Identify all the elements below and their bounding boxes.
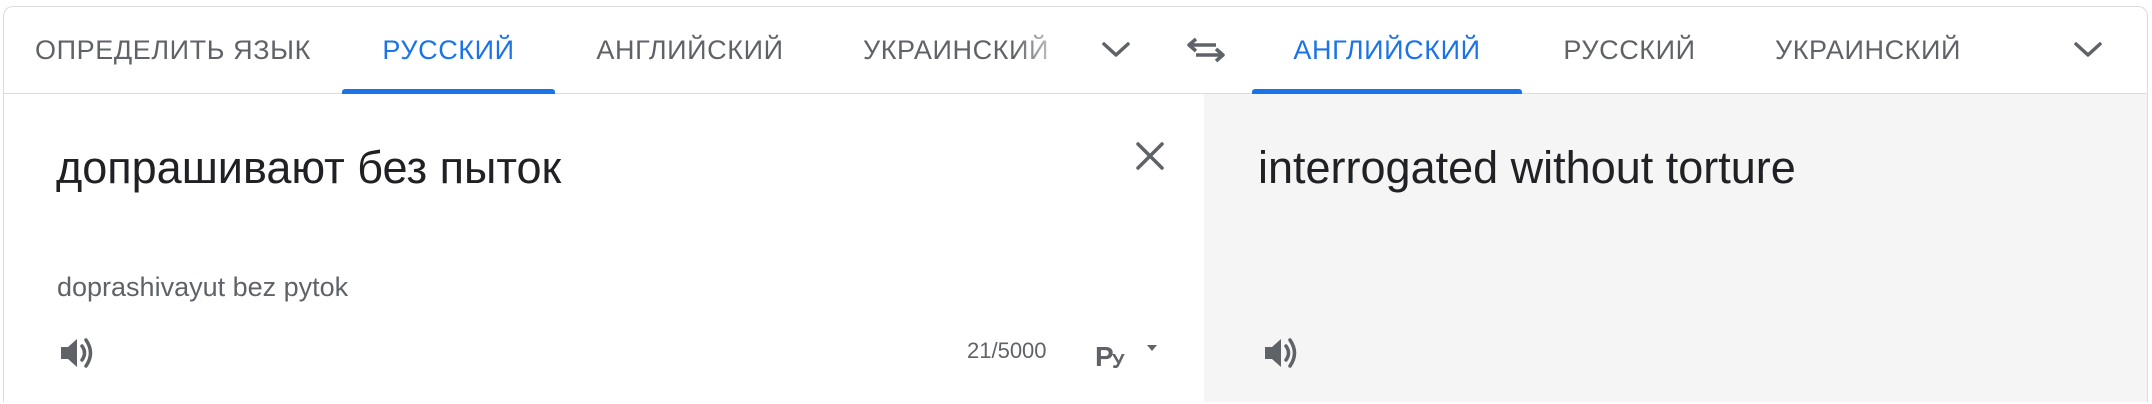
character-counter: 21/5000 xyxy=(967,338,1047,363)
source-pane: допрашивают без пыток doprashivayut bez … xyxy=(4,94,1204,402)
more-target-languages-button[interactable] xyxy=(2056,22,2120,78)
source-text-input[interactable]: допрашивают без пыток xyxy=(56,142,561,194)
keyboard-layout-icon: Р У xyxy=(1095,341,1157,371)
tab-fade xyxy=(1014,7,1074,93)
transliteration: doprashivayut bez pytok xyxy=(57,272,349,302)
close-icon xyxy=(1136,142,1164,170)
tab-label: АНГЛИЙСКИЙ xyxy=(1293,34,1481,65)
language-bar: ОПРЕДЕЛИТЬ ЯЗЫК РУССКИЙ АНГЛИЙСКИЙ УКРАИ… xyxy=(4,7,2147,94)
tab-source-english[interactable]: АНГЛИЙСКИЙ xyxy=(555,7,825,93)
translation-pane: interrogated without torture xyxy=(1204,94,2147,402)
speaker-icon xyxy=(1265,338,1297,368)
tab-label: РУССКИЙ xyxy=(382,34,515,65)
tab-label: РУССКИЙ xyxy=(1563,34,1696,65)
input-tools-button[interactable]: Р У xyxy=(1086,330,1170,376)
tab-target-ukrainian[interactable]: УКРАИНСКИЙ xyxy=(1737,7,1999,93)
chevron-down-icon xyxy=(2074,42,2102,57)
listen-translation-button[interactable] xyxy=(1254,328,1310,378)
tab-source-russian[interactable]: РУССКИЙ xyxy=(342,7,555,94)
speaker-icon xyxy=(61,338,93,368)
svg-text:Р: Р xyxy=(1095,341,1114,371)
tab-label: УКРАИНСКИЙ xyxy=(1774,34,1962,65)
tab-target-english[interactable]: АНГЛИЙСКИЙ xyxy=(1252,7,1522,94)
tab-label: АНГЛИЙСКИЙ xyxy=(596,34,784,65)
translator-card: ОПРЕДЕЛИТЬ ЯЗЫК РУССКИЙ АНГЛИЙСКИЙ УКРАИ… xyxy=(3,6,2148,402)
tab-target-russian[interactable]: РУССКИЙ xyxy=(1522,7,1737,93)
svg-text:У: У xyxy=(1112,351,1125,371)
more-source-languages-button[interactable] xyxy=(1084,22,1148,78)
tab-detect-language[interactable]: ОПРЕДЕЛИТЬ ЯЗЫК xyxy=(4,7,342,93)
translation-text: interrogated without torture xyxy=(1258,142,1796,193)
swap-languages-button[interactable] xyxy=(1176,22,1236,78)
swap-languages-icon xyxy=(1187,37,1225,63)
tab-label: ОПРЕДЕЛИТЬ ЯЗЫК xyxy=(35,34,311,65)
clear-source-button[interactable] xyxy=(1122,128,1178,184)
chevron-down-icon xyxy=(1102,42,1130,57)
listen-source-button[interactable] xyxy=(50,328,106,378)
